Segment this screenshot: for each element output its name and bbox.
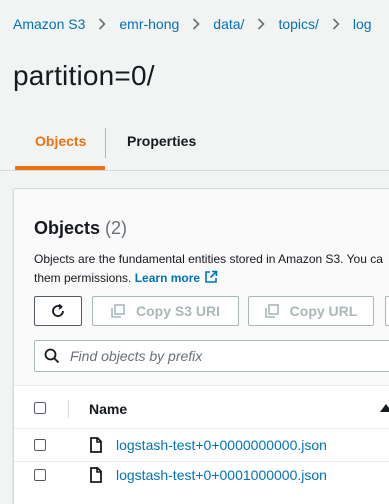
- chevron-right-icon: [257, 18, 266, 30]
- s3-object-browser: Amazon S3 emr-hong data/ topics/ log par…: [0, 0, 389, 504]
- objects-panel-title-text: Objects: [34, 218, 101, 238]
- copy-icon: [264, 304, 279, 318]
- breadcrumb-folder-topics[interactable]: topics/: [278, 16, 318, 32]
- tab-divider: [105, 128, 106, 158]
- breadcrumb-folder-data[interactable]: data/: [213, 16, 244, 32]
- objects-panel-title: Objects (2): [34, 218, 127, 239]
- breadcrumb-amazon-s3[interactable]: Amazon S3: [13, 16, 85, 32]
- row-checkbox[interactable]: [34, 439, 46, 451]
- objects-description-line1: Objects are the fundamental entities sto…: [34, 252, 383, 266]
- chevron-right-icon: [332, 18, 340, 30]
- table-row: logstash-test+0+0000000000.json: [14, 431, 389, 462]
- objects-count: (2): [105, 218, 128, 238]
- objects-panel: Objects (2) Objects are the fundamental …: [13, 188, 389, 504]
- objects-panel-header: Objects (2) Objects are the fundamental …: [14, 189, 389, 386]
- copy-url-label: Copy URL: [289, 303, 358, 319]
- search-input[interactable]: [70, 348, 370, 364]
- external-link-icon: [204, 270, 218, 290]
- refresh-button[interactable]: [34, 296, 82, 326]
- breadcrumb-bucket[interactable]: emr-hong: [119, 16, 179, 32]
- chevron-right-icon: [98, 18, 107, 30]
- column-header-name[interactable]: Name: [89, 401, 127, 417]
- tab-objects[interactable]: Objects: [35, 122, 86, 160]
- search-box: [34, 340, 389, 372]
- file-icon: [90, 437, 102, 453]
- column-divider: [68, 400, 69, 418]
- refresh-icon: [50, 303, 66, 319]
- tab-bar: Objects Properties: [0, 122, 389, 172]
- row-checkbox[interactable]: [34, 469, 46, 481]
- object-name-link[interactable]: logstash-test+0+0001000000.json: [116, 467, 327, 483]
- copy-icon: [111, 304, 125, 318]
- learn-more-text: Learn more: [134, 271, 201, 285]
- table-row: logstash-test+0+0001000000.json: [14, 461, 389, 491]
- tab-bar-divider: [0, 170, 389, 171]
- breadcrumb-folder-log[interactable]: log: [353, 16, 372, 32]
- file-icon: [90, 467, 102, 483]
- sort-ascending-icon[interactable]: [380, 404, 389, 412]
- tab-properties[interactable]: Properties: [127, 122, 196, 160]
- copy-s3-uri-button[interactable]: Copy S3 URI: [92, 296, 239, 326]
- breadcrumb: Amazon S3 emr-hong data/ topics/ log: [13, 16, 372, 32]
- table-header: Name: [14, 392, 389, 429]
- search-icon: [44, 348, 60, 364]
- more-actions-button[interactable]: [385, 296, 389, 326]
- page-title: partition=0/: [13, 60, 155, 91]
- copy-s3-uri-label: Copy S3 URI: [135, 303, 220, 319]
- objects-description: Objects are the fundamental entities sto…: [34, 250, 389, 290]
- chevron-right-icon: [192, 18, 200, 30]
- select-all-checkbox[interactable]: [34, 402, 46, 414]
- learn-more-link[interactable]: Learn more: [134, 270, 218, 285]
- copy-url-button[interactable]: Copy URL: [248, 296, 374, 326]
- objects-description-line2: them permissions.: [34, 271, 132, 285]
- object-name-link[interactable]: logstash-test+0+0000000000.json: [116, 437, 327, 453]
